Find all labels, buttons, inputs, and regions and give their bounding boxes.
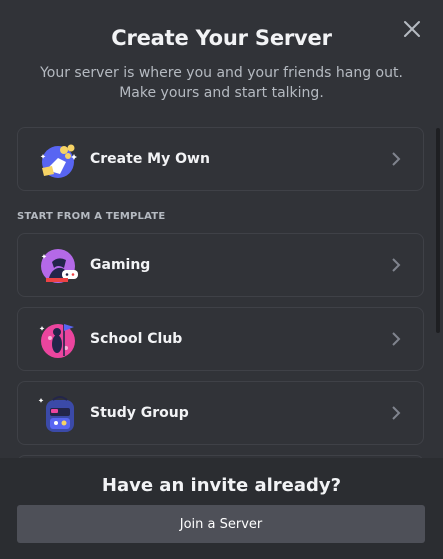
create-my-own-button[interactable]: Create My Own	[17, 127, 424, 191]
chevron-right-icon	[392, 258, 401, 272]
chevron-right-icon	[392, 152, 401, 166]
template-study-group-button[interactable]: Study Group	[17, 381, 424, 445]
scrollbar[interactable]	[436, 128, 440, 333]
join-server-button[interactable]: Join a Server	[17, 505, 425, 543]
template-school-club-button[interactable]: School Club	[17, 307, 424, 371]
chevron-right-icon	[392, 406, 401, 420]
create-server-modal: Create Your Server Your server is where …	[0, 0, 443, 559]
section-label: START FROM A TEMPLATE	[17, 211, 166, 222]
template-study-group-label: Study Group	[90, 405, 189, 421]
modal-header: Create Your Server Your server is where …	[0, 26, 443, 103]
modal-footer: Have an invite already? Join a Server	[0, 458, 443, 559]
invite-prompt: Have an invite already?	[101, 475, 342, 496]
study-group-icon	[38, 394, 82, 434]
template-school-club-label: School Club	[90, 331, 183, 347]
modal-subtitle: Your server is where you and your friend…	[40, 65, 403, 101]
create-server-icon	[38, 140, 82, 180]
template-gaming-button[interactable]: Gaming	[17, 233, 424, 297]
template-gaming-label: Gaming	[90, 257, 151, 273]
school-club-icon	[38, 320, 82, 360]
create-my-own-label: Create My Own	[90, 151, 210, 167]
modal-title: Create Your Server	[111, 26, 332, 50]
gaming-icon	[38, 246, 82, 286]
chevron-right-icon	[392, 332, 401, 346]
